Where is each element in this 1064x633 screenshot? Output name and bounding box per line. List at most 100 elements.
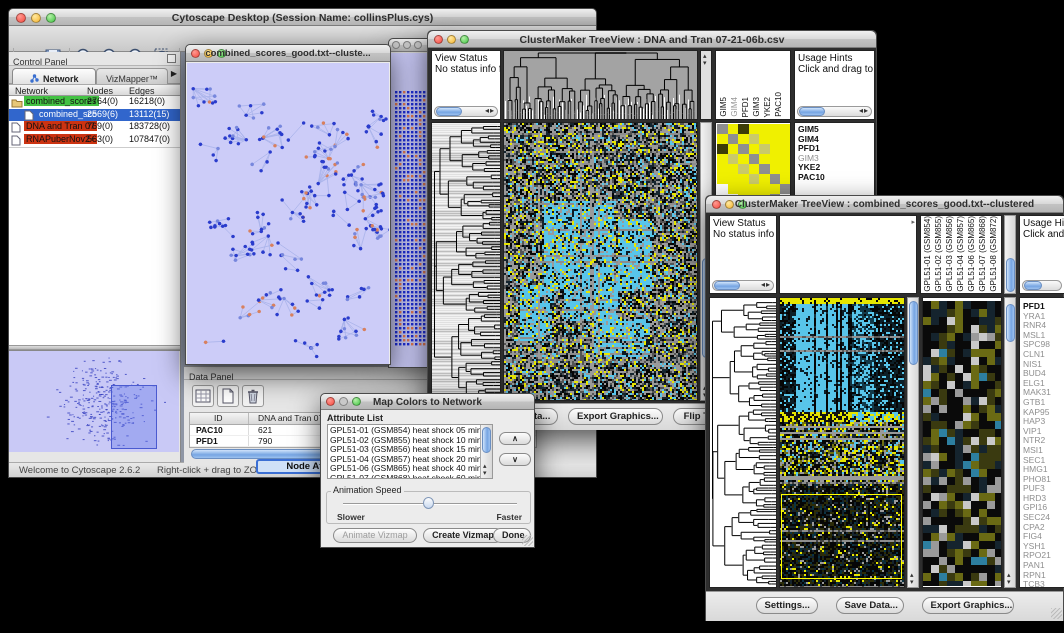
node-count: 2569(6) xyxy=(87,109,118,119)
speed-slider-thumb[interactable] xyxy=(423,497,434,509)
treeview-combined-window: ClusterMaker TreeView : combined_scores_… xyxy=(705,195,1064,621)
settings-button[interactable]: Settings... xyxy=(756,597,818,614)
tv2-row-dendrogram[interactable] xyxy=(709,297,777,588)
matrix-cell[interactable] xyxy=(728,124,739,134)
matrix-cell[interactable] xyxy=(749,154,760,164)
export-graphics-button[interactable]: Export Graphics... xyxy=(568,408,663,425)
matrix-cell[interactable] xyxy=(780,164,791,174)
matrix-cell[interactable] xyxy=(749,174,760,184)
select-attributes-button[interactable] xyxy=(192,385,214,407)
tv2-collabels-vscrollbar[interactable] xyxy=(1004,215,1016,294)
matrix-cell[interactable] xyxy=(780,144,791,154)
network-tab-icon xyxy=(30,74,39,83)
tv1-hints-hscrollbar[interactable]: ◂▸ xyxy=(797,106,872,117)
matrix-cell[interactable] xyxy=(717,184,728,194)
float-panel-icon[interactable] xyxy=(167,54,176,63)
animate-vizmap-button[interactable]: Animate Vizmap xyxy=(333,528,417,543)
tv2-heatmap-vscrollbar[interactable]: ▴▾ xyxy=(907,297,919,588)
tv1-row-dendrogram[interactable] xyxy=(431,122,501,401)
matrix-cell[interactable] xyxy=(728,184,739,194)
matrix-cell[interactable] xyxy=(738,164,749,174)
new-attribute-button[interactable] xyxy=(217,385,239,407)
tv1-heatmap[interactable] xyxy=(503,122,698,401)
network-row[interactable]: DNA and Tran 07769(0)183728(0) xyxy=(9,121,180,134)
matrix-cell[interactable] xyxy=(728,174,739,184)
data-panel-title: Data Panel xyxy=(184,372,234,382)
matrix-cell[interactable] xyxy=(749,184,760,194)
matrix-cell[interactable] xyxy=(749,124,760,134)
column-label: GIM3 xyxy=(751,97,762,117)
matrix-cell[interactable] xyxy=(759,174,770,184)
matrix-cell[interactable] xyxy=(770,174,781,184)
matrix-cell[interactable] xyxy=(780,124,791,134)
attribute-list-item[interactable]: GPL51-07 (GSM868) heat shock 60 min xyxy=(328,474,480,480)
tv2-status-hscrollbar[interactable]: ◂▸ xyxy=(712,280,774,291)
network-row[interactable]: combined_sco2569(6)13112(15) xyxy=(9,109,180,122)
matrix-cell[interactable] xyxy=(738,184,749,194)
network-overview-panel[interactable] xyxy=(9,350,180,453)
matrix-cell[interactable] xyxy=(717,174,728,184)
move-up-button[interactable]: ∧ xyxy=(499,432,531,445)
matrix-cell[interactable] xyxy=(728,164,739,174)
tab-overflow-arrow[interactable]: ▶ xyxy=(171,69,177,78)
matrix-cell[interactable] xyxy=(738,134,749,144)
matrix-cell[interactable] xyxy=(770,134,781,144)
network-row[interactable]: RNAPuberNov2+563(0)107847(0) xyxy=(9,134,180,147)
column-label: GPL51-02 (GSM855) xyxy=(933,216,944,292)
attribute-listbox[interactable]: GPL51-01 (GSM854) heat shock 05 minGPL51… xyxy=(327,424,493,479)
column-label: YKE2 xyxy=(762,97,773,117)
matrix-cell[interactable] xyxy=(717,154,728,164)
matrix-cell[interactable] xyxy=(717,164,728,174)
tv1-status-hscrollbar[interactable]: ◂▸ xyxy=(434,106,498,117)
matrix-cell[interactable] xyxy=(738,154,749,164)
matrix-cell[interactable] xyxy=(728,154,739,164)
save-data-button[interactable]: Save Data... xyxy=(836,597,904,614)
matrix-cell[interactable] xyxy=(728,144,739,154)
tv2-column-tree-area[interactable]: ▸ xyxy=(779,215,917,294)
delete-attribute-button[interactable] xyxy=(242,385,264,407)
network-row[interactable]: combined_scores2764(0)16218(0) xyxy=(9,96,180,109)
matrix-cell[interactable] xyxy=(749,134,760,144)
tv1-column-dendrogram[interactable] xyxy=(503,50,698,120)
tab-vizmapper[interactable]: VizMapper™ xyxy=(96,68,168,84)
tv2-heatmap[interactable] xyxy=(779,297,905,588)
matrix-cell[interactable] xyxy=(749,164,760,174)
matrix-cell[interactable] xyxy=(738,174,749,184)
matrix-cell[interactable] xyxy=(738,124,749,134)
matrix-cell[interactable] xyxy=(770,154,781,164)
matrix-cell[interactable] xyxy=(759,164,770,174)
move-down-button[interactable]: ∨ xyxy=(499,453,531,466)
column-label: GIM4 xyxy=(729,97,740,117)
matrix-cell[interactable] xyxy=(770,164,781,174)
matrix-cell[interactable] xyxy=(780,154,791,164)
main-titlebar[interactable]: Cytoscape Desktop (Session Name: collins… xyxy=(9,9,596,26)
matrix-cell[interactable] xyxy=(717,144,728,154)
matrix-cell[interactable] xyxy=(738,144,749,154)
attribute-list-vscrollbar[interactable]: ▴▾ xyxy=(480,425,492,478)
matrix-cell[interactable] xyxy=(717,124,728,134)
matrix-cell[interactable] xyxy=(717,134,728,144)
matrix-cell[interactable] xyxy=(759,134,770,144)
tv2-zoom-view[interactable] xyxy=(922,297,1002,588)
create-vizmap-button[interactable]: Create Vizmap xyxy=(423,528,503,543)
matrix-cell[interactable] xyxy=(728,134,739,144)
matrix-cell[interactable] xyxy=(770,144,781,154)
export-graphics-button[interactable]: Export Graphics... xyxy=(922,597,1014,614)
matrix-cell[interactable] xyxy=(749,144,760,154)
edge-count: 13112(15) xyxy=(129,109,169,119)
tab-network[interactable]: Network xyxy=(12,68,96,84)
matrix-cell[interactable] xyxy=(770,184,781,194)
matrix-cell[interactable] xyxy=(780,174,791,184)
tv2-hints-hscrollbar[interactable] xyxy=(1022,280,1062,291)
gene-label[interactable]: TCB3 xyxy=(1021,580,1051,588)
matrix-cell[interactable] xyxy=(759,154,770,164)
matrix-cell[interactable] xyxy=(770,124,781,134)
matrix-cell[interactable] xyxy=(759,124,770,134)
matrix-cell[interactable] xyxy=(759,144,770,154)
matrix-cell[interactable] xyxy=(759,184,770,194)
tv2-zoomview-vscrollbar[interactable]: ▴▾ xyxy=(1004,297,1016,588)
matrix-cell[interactable] xyxy=(780,134,791,144)
network-canvas[interactable] xyxy=(187,63,389,364)
gene-label[interactable]: PAC10 xyxy=(796,173,825,183)
matrix-cell[interactable] xyxy=(780,184,791,194)
